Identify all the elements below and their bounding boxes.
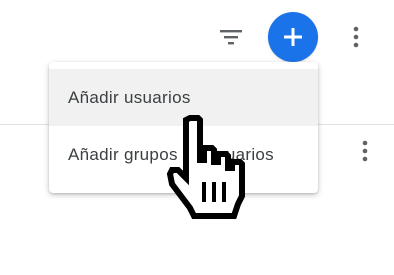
- menu-item-add-users[interactable]: Añadir usuarios: [49, 69, 318, 126]
- menu-item-label: Añadir usuarios: [68, 87, 191, 107]
- menu-item-add-user-groups[interactable]: Añadir grupos de usuarios: [49, 126, 318, 183]
- more-vertical-icon: [353, 26, 359, 48]
- add-button[interactable]: [268, 12, 318, 62]
- filter-icon: [220, 30, 242, 45]
- add-menu: Añadir usuarios Añadir grupos de usuario…: [49, 62, 318, 193]
- more-options-button[interactable]: [344, 20, 368, 54]
- row-more-options-button[interactable]: [353, 134, 377, 168]
- plus-icon: [284, 28, 302, 46]
- more-vertical-icon: [362, 140, 368, 162]
- menu-item-label: Añadir grupos de usuarios: [68, 144, 274, 164]
- filter-button[interactable]: [214, 22, 248, 52]
